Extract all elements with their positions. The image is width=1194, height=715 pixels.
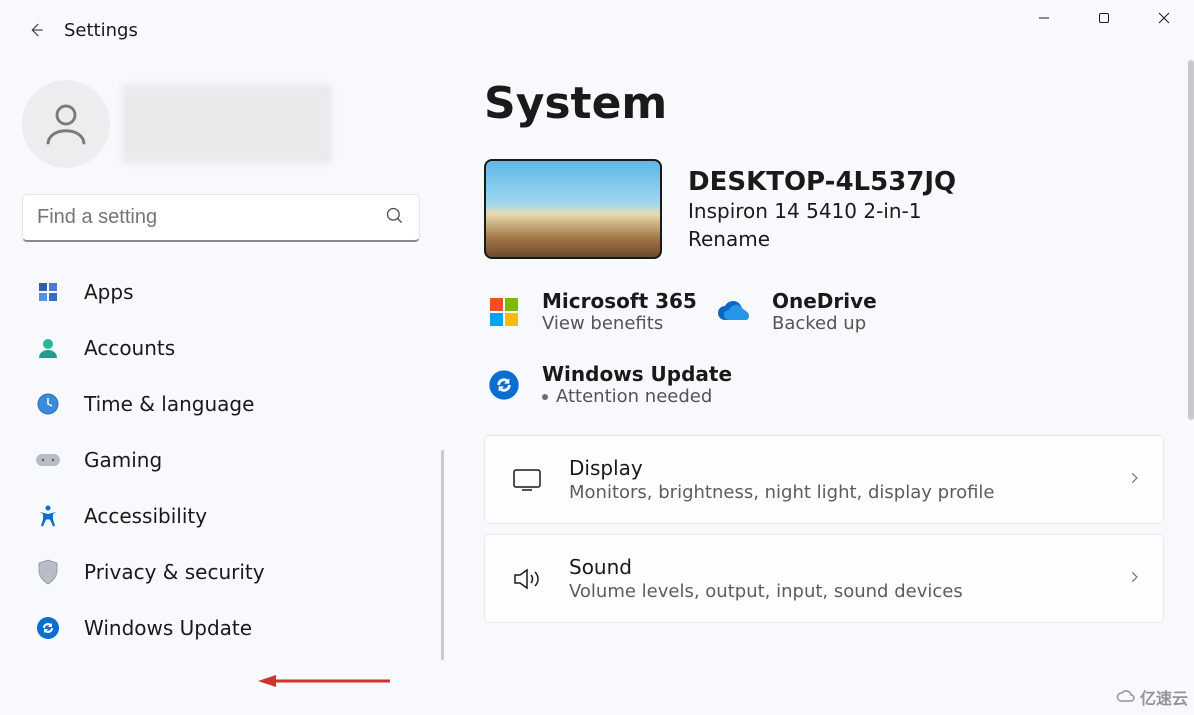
profile-block[interactable] (22, 80, 426, 168)
minimize-button[interactable] (1014, 0, 1074, 36)
apps-icon (34, 278, 62, 306)
sidebar-item-label: Windows Update (84, 616, 252, 640)
tile-sub: Attention needed (542, 386, 732, 407)
device-block: DESKTOP-4L537JQ Inspiron 14 5410 2-in-1 … (484, 159, 1164, 259)
device-name: DESKTOP-4L537JQ (688, 167, 956, 197)
main-scrollbar[interactable] (1188, 60, 1194, 420)
sidebar-item-privacy-security[interactable]: Privacy & security (22, 544, 426, 600)
device-model: Inspiron 14 5410 2-in-1 (688, 199, 956, 223)
search-input[interactable] (37, 206, 385, 229)
time-language-icon (34, 390, 62, 418)
windows-update-icon (34, 614, 62, 642)
tile-title: Microsoft 365 (542, 289, 697, 313)
quick-tiles: Microsoft 365 View benefits OneDrive Bac… (484, 289, 1164, 407)
gaming-icon (34, 446, 62, 474)
tile-windows-update[interactable]: Windows Update Attention needed (484, 362, 1164, 407)
sidebar-item-label: Gaming (84, 448, 162, 472)
sidebar-item-accessibility[interactable]: Accessibility (22, 488, 426, 544)
tile-title: Windows Update (542, 362, 732, 386)
tile-title: OneDrive (772, 289, 877, 313)
display-icon (507, 468, 547, 492)
sidebar-item-apps[interactable]: Apps (22, 264, 426, 320)
watermark: 亿速云 (1116, 685, 1188, 709)
titlebar: Settings (0, 0, 1194, 60)
tile-sub: Backed up (772, 313, 877, 334)
maximize-button[interactable] (1074, 0, 1134, 36)
status-dot-icon (542, 394, 548, 400)
onedrive-icon (714, 292, 754, 332)
windows-update-icon (484, 365, 524, 405)
tile-sub: View benefits (542, 313, 697, 334)
sidebar-item-label: Time & language (84, 392, 254, 416)
tile-microsoft-365[interactable]: Microsoft 365 View benefits (484, 289, 714, 334)
close-button[interactable] (1134, 0, 1194, 36)
card-display[interactable]: Display Monitors, brightness, night ligh… (484, 435, 1164, 524)
tile-onedrive[interactable]: OneDrive Backed up (714, 289, 944, 334)
search-box[interactable] (22, 194, 420, 242)
back-button[interactable] (22, 16, 50, 44)
sidebar-item-time-language[interactable]: Time & language (22, 376, 426, 432)
search-icon (385, 206, 405, 230)
sidebar-item-label: Privacy & security (84, 560, 265, 584)
device-thumbnail[interactable] (484, 159, 662, 259)
back-arrow-icon (27, 21, 45, 39)
sidebar-item-accounts[interactable]: Accounts (22, 320, 426, 376)
sidebar-item-gaming[interactable]: Gaming (22, 432, 426, 488)
avatar (22, 80, 110, 168)
sidebar-item-label: Accessibility (84, 504, 207, 528)
chevron-right-icon (1127, 470, 1141, 489)
card-sub: Volume levels, output, input, sound devi… (569, 581, 963, 602)
annotation-arrow (258, 673, 390, 689)
rename-link[interactable]: Rename (688, 227, 956, 251)
chevron-right-icon (1127, 569, 1141, 588)
accounts-icon (34, 334, 62, 362)
sidebar-item-windows-update[interactable]: Windows Update (22, 600, 426, 656)
sidebar: Apps Accounts Time & language Gaming (0, 60, 448, 715)
profile-name-blurred (122, 84, 332, 164)
card-sub: Monitors, brightness, night light, displ… (569, 482, 995, 503)
microsoft-logo-icon (484, 292, 524, 332)
card-title: Sound (569, 555, 963, 579)
page-title: System (484, 78, 1164, 129)
window-title: Settings (64, 20, 138, 41)
accessibility-icon (34, 502, 62, 530)
card-sound[interactable]: Sound Volume levels, output, input, soun… (484, 534, 1164, 623)
sidebar-nav: Apps Accounts Time & language Gaming (22, 264, 426, 656)
sound-icon (507, 566, 547, 592)
shield-icon (34, 558, 62, 586)
card-title: Display (569, 456, 995, 480)
sidebar-item-label: Apps (84, 280, 134, 304)
sidebar-item-label: Accounts (84, 336, 175, 360)
main-panel: System DESKTOP-4L537JQ Inspiron 14 5410 … (448, 60, 1194, 715)
window-controls (1014, 0, 1194, 36)
sidebar-scrollbar[interactable] (441, 450, 444, 660)
